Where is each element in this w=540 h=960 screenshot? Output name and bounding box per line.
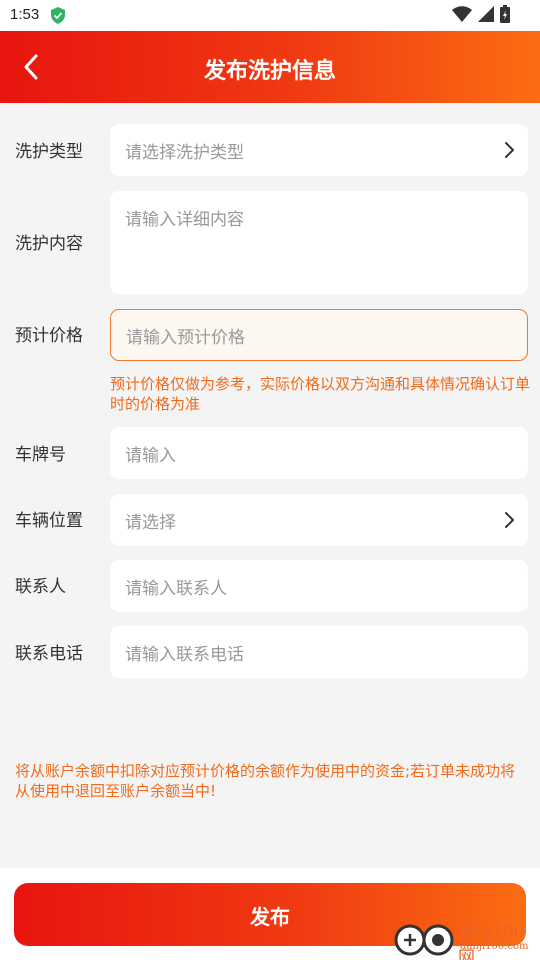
battery-icon: [500, 5, 510, 23]
contact-phone-label: 联系电话: [15, 644, 83, 664]
watermark-subtext: danji100.com: [460, 941, 529, 952]
plate-number-label: 车牌号: [15, 445, 66, 465]
contact-person-label: 联系人: [15, 577, 66, 597]
balance-notice: 将从账户余额中扣除对应预计价格的余额作为使用中的资金;若订单未成功将从使用中退回…: [15, 762, 516, 800]
price-hint-text: 预计价格仅做为参考，实际价格以双方沟通和具体情况确认订单时的价格为准: [110, 375, 531, 413]
contact-phone-input[interactable]: 请输入联系电话: [110, 626, 528, 678]
wash-type-label: 洗护类型: [15, 142, 83, 162]
contact-person-input[interactable]: 请输入联系人: [110, 560, 528, 612]
status-bar: 1:53: [0, 0, 540, 31]
wash-type-placeholder: 请选择洗护类型: [125, 143, 244, 163]
estimated-price-input[interactable]: 请输入预计价格: [110, 309, 528, 361]
contact-person-placeholder: 请输入联系人: [125, 579, 227, 599]
vehicle-location-select[interactable]: 请选择: [110, 494, 528, 546]
wash-content-textarea[interactable]: 请输入详细内容: [110, 191, 528, 294]
chevron-right-icon: [505, 512, 514, 528]
wash-type-select[interactable]: 请选择洗护类型: [110, 124, 528, 176]
vehicle-location-label: 车辆位置: [15, 511, 83, 531]
status-icons: [452, 5, 510, 23]
plate-number-placeholder: 请输入: [125, 446, 176, 466]
page-title: 发布洗护信息: [203, 59, 336, 84]
vehicle-location-placeholder: 请选择: [125, 513, 176, 533]
watermark-text: 单机100网: [458, 923, 525, 960]
cell-signal-icon: [478, 6, 494, 22]
contact-phone-placeholder: 请输入联系电话: [125, 645, 244, 665]
wash-content-label: 洗护内容: [15, 234, 83, 254]
status-time: 1:53: [10, 6, 40, 23]
app-header: 发布洗护信息: [0, 31, 540, 103]
wash-content-placeholder: 请输入详细内容: [125, 210, 244, 230]
wifi-icon: [452, 6, 472, 22]
chevron-right-icon: [505, 142, 514, 158]
shield-icon: [51, 7, 65, 24]
estimated-price-label: 预计价格: [15, 326, 83, 346]
estimated-price-placeholder: 请输入预计价格: [126, 328, 245, 348]
plate-number-input[interactable]: 请输入: [110, 427, 528, 479]
